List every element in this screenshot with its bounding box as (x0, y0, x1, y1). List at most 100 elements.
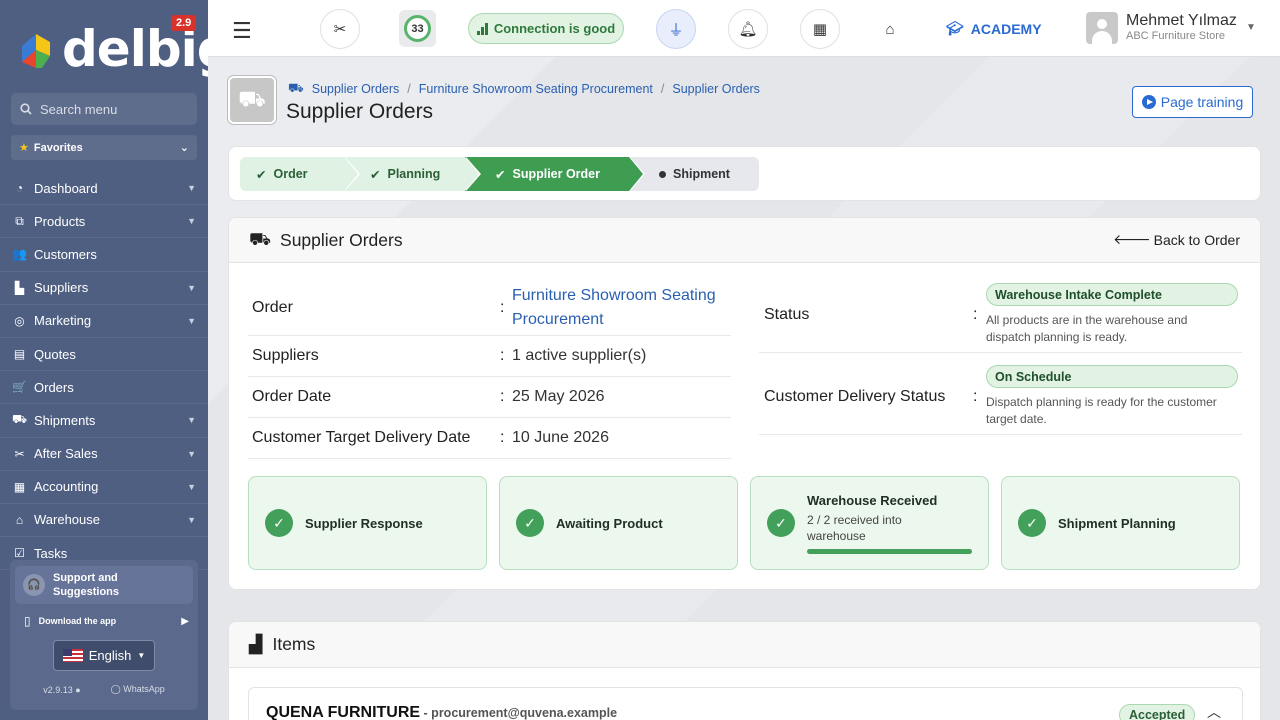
tools-button[interactable]: ✂ (320, 9, 360, 49)
check-circle-icon: ✓ (516, 509, 544, 537)
target-date-value: 10 June 2026 (512, 429, 609, 446)
breadcrumb-item-2[interactable]: Furniture Showroom Seating Procurement (419, 82, 653, 96)
step-shipment[interactable]: Shipment (629, 157, 759, 191)
search-input[interactable]: Search menu (11, 93, 197, 125)
connection-status[interactable]: Connection is good (468, 13, 624, 44)
hamburger-menu-icon[interactable]: ☰ (232, 18, 252, 44)
milestone-supplier-response: ✓ Supplier Response (248, 476, 487, 570)
sidebar-item-shipments[interactable]: ⛟ Shipments ▼ (0, 404, 208, 438)
step-label: Supplier Order (512, 167, 601, 181)
play-icon (1141, 95, 1156, 109)
sidebar-item-marketing[interactable]: ◎ Marketing ▼ (0, 305, 208, 338)
boxes-icon: ▟ (249, 634, 263, 654)
step-planning[interactable]: ✔ Planning (344, 157, 481, 191)
breadcrumb-item-3[interactable]: Supplier Orders (672, 82, 760, 96)
items-title: Items (272, 634, 316, 654)
milestone-title: Awaiting Product (556, 515, 663, 531)
google-play-icon[interactable]: ▶ (181, 616, 189, 627)
bell-icon: 🔔︎ (738, 21, 758, 38)
sidebar-item-label: Marketing (34, 313, 92, 329)
integrations-button[interactable]: ⏚ (656, 9, 696, 49)
favorites-label: Favorites (33, 141, 83, 154)
truck-icon: ⛟ (12, 412, 28, 427)
sidebar-item-suppliers[interactable]: ▙ Suppliers ▼ (0, 272, 208, 305)
store-button[interactable]: ⌂ (870, 9, 910, 49)
support-button[interactable]: 🎧 Support and Suggestions (15, 566, 193, 604)
cart-icon: 🛒 (12, 380, 27, 395)
task-counter[interactable]: 33 (399, 10, 436, 47)
calendar-icon: ▦ (812, 21, 828, 38)
status-field: Status : Warehouse Intake Complete All p… (759, 276, 1242, 353)
sidebar-item-warehouse[interactable]: ⌂ Warehouse ▼ (0, 504, 208, 538)
calendar-button[interactable]: ▦ (800, 9, 840, 49)
order-link[interactable]: Furniture Showroom Seating Procurement (512, 284, 716, 332)
chevron-down-icon: ▼ (187, 183, 196, 194)
whatsapp-icon: ◯ (110, 684, 121, 694)
status-badge: Warehouse Intake Complete (986, 283, 1238, 306)
document-icon: ▤ (13, 347, 26, 362)
chevron-down-icon: ▼ (187, 282, 196, 293)
check-circle-icon: ✓ (767, 509, 795, 537)
chevron-down-icon: ⌄ (179, 142, 189, 154)
topbar: ☰ ✂ 33 Connection is good ⏚ 🔔︎ ▦ ⌂ 🎓︎ AC… (208, 0, 1280, 57)
step-order[interactable]: ✔ Order (240, 157, 360, 191)
plug-icon: ⏚ (668, 21, 684, 39)
industry-icon: ▙ (14, 280, 25, 295)
chevron-down-icon: ▼ (187, 448, 196, 459)
check-circle-icon: ✓ (1018, 509, 1046, 537)
sidebar-item-label: After Sales (34, 446, 98, 462)
academy-link[interactable]: 🎓︎ ACADEMY (946, 20, 1042, 37)
support-title-line2: Suggestions (53, 586, 120, 598)
supplier-email: - procurement@quvena.example (420, 706, 618, 720)
training-label: Page training (1160, 94, 1244, 110)
logo[interactable]: delbig 2.9 (0, 0, 208, 88)
user-name[interactable]: Mehmet Yılmaz (1126, 12, 1237, 30)
favorites-toggle[interactable]: ★ Favorites ⌄ (11, 135, 197, 160)
chevron-down-icon: ▼ (187, 481, 196, 492)
connection-label: Connection is good (493, 21, 616, 36)
graduation-cap-icon: 🎓︎ (946, 20, 964, 36)
sidebar-item-after-sales[interactable]: ✂ After Sales ▼ (0, 438, 208, 471)
breadcrumb-separator: / (660, 82, 665, 96)
tasks-icon: ☑ (14, 546, 25, 561)
chevron-up-icon[interactable]: ︿ (1207, 702, 1221, 720)
order-date-label: Order Date (252, 388, 332, 405)
delivery-status-field: Customer Delivery Status : On Schedule D… (759, 358, 1242, 435)
sidebar-item-products[interactable]: ⧉ Products ▼ (0, 205, 208, 239)
card-title: Supplier Orders (280, 229, 403, 250)
download-app-row[interactable]: ▯ Download the app ▶ (24, 614, 189, 628)
scissors-icon: ✂ (333, 21, 347, 38)
page-training-button[interactable]: Page training (1132, 86, 1253, 118)
avatar[interactable] (1086, 12, 1118, 44)
delivery-status-badge: On Schedule (986, 365, 1238, 388)
breadcrumb-item-1[interactable]: Supplier Orders (312, 82, 400, 96)
sidebar-item-orders[interactable]: 🛒 Orders (0, 371, 208, 405)
card-header: ⛟ Supplier Orders (229, 218, 1260, 263)
sidebar-item-label: Customers (34, 246, 97, 262)
download-label: Download the app (38, 616, 117, 626)
chevron-down-icon[interactable]: ▼ (1246, 22, 1256, 33)
sidebar-item-quotes[interactable]: ▤ Quotes (0, 338, 208, 372)
step-label: Shipment (673, 167, 730, 181)
sidebar-item-label: Orders (34, 379, 74, 395)
notifications-button[interactable]: 🔔︎ (728, 9, 768, 49)
warehouse-icon: ⌂ (15, 512, 24, 527)
milestone-title: Shipment Planning (1058, 515, 1176, 531)
boxes-icon: ⧉ (15, 213, 24, 228)
back-label: Back to Order (1153, 231, 1240, 248)
status-description: All products are in the warehouse and di… (986, 313, 1188, 344)
sidebar-item-accounting[interactable]: ▦ Accounting ▼ (0, 471, 208, 504)
dashboard-icon: ◔ (15, 181, 24, 196)
language-selector[interactable]: English ▼ (53, 640, 155, 671)
back-to-order-button[interactable]: 🡐 Back to Order (1113, 231, 1240, 248)
suppliers-label: Suppliers (252, 347, 319, 364)
chevron-down-icon: ▼ (187, 514, 196, 525)
sidebar-item-label: Tasks (34, 545, 68, 561)
whatsapp-link[interactable]: ◯ WhatsApp (111, 684, 165, 695)
step-supplier-order[interactable]: ✔ Supplier Order (465, 157, 645, 191)
status-label: Status (764, 306, 810, 323)
sidebar-item-dashboard[interactable]: ◔ Dashboard ▼ (0, 172, 208, 206)
sidebar: delbig 2.9 Search menu ★ Favorites ⌄ ◔ D… (0, 0, 208, 720)
supplier-row[interactable]: QUENA FURNITURE - procurement@quvena.exa… (248, 687, 1243, 720)
sidebar-item-customers[interactable]: 👥 Customers (0, 238, 208, 272)
